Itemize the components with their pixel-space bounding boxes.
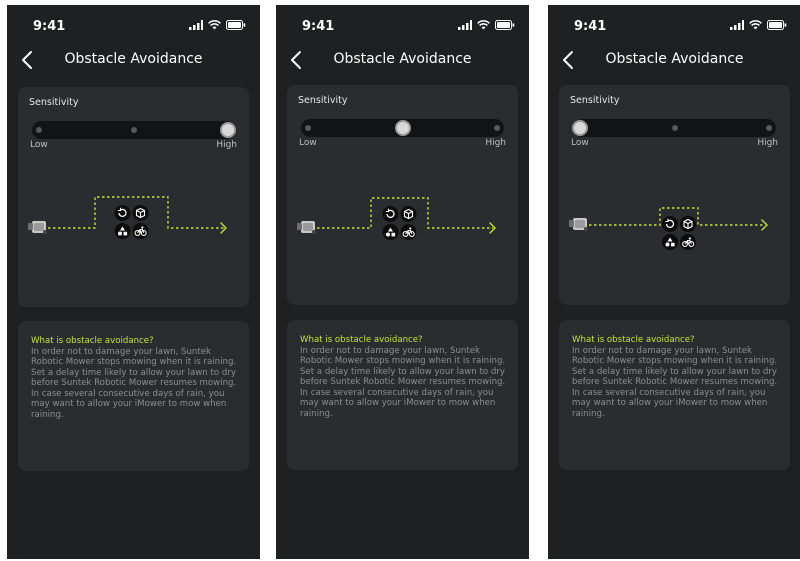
avoidance-diagram: [569, 207, 768, 250]
info-card: What is obstacle avoidance? In order not…: [559, 320, 790, 470]
wifi-icon: [208, 20, 221, 30]
signal-icon: [189, 20, 203, 30]
signal-icon: [730, 20, 744, 30]
bicycle-icon: [132, 223, 149, 239]
bicycle-icon: [680, 234, 696, 250]
obstacle-shapes-icon: [382, 224, 399, 240]
phone-screen-high: 9:41 Obstacle Avoidance Sensitivity Low …: [7, 5, 260, 559]
obstacle-icons: [382, 206, 417, 240]
mower-icon: [569, 218, 588, 231]
info-paragraph: In order not to damage your lawn, Suntek…: [300, 345, 506, 367]
info-card: What is obstacle avoidance? In order not…: [287, 320, 518, 470]
page-title: Obstacle Avoidance: [333, 51, 472, 67]
obstacle-icons: [662, 216, 696, 250]
battery-icon: [767, 20, 787, 30]
obstacle-icons: [114, 205, 149, 239]
mower-icon: [297, 221, 316, 234]
rotate-icon: [382, 206, 399, 222]
info-paragraph: In order not to damage your lawn, Suntek…: [31, 346, 237, 368]
rotate-icon: [662, 216, 678, 232]
status-time: 9:41: [302, 19, 335, 34]
avoidance-path: [307, 197, 493, 229]
status-icons: [730, 20, 787, 30]
nav-bar: Obstacle Avoidance: [7, 43, 260, 79]
obstacle-shapes-icon: [662, 234, 678, 250]
obstacle-shapes-icon: [114, 223, 131, 239]
status-time: 9:41: [33, 19, 66, 34]
info-paragraph: In order not to damage your lawn, Suntek…: [572, 345, 778, 367]
wifi-icon: [477, 20, 490, 30]
info-paragraph: In case several consecutive days of rain…: [572, 387, 768, 419]
status-time: 9:41: [574, 19, 607, 34]
info-question: What is obstacle avoidance?: [300, 335, 423, 345]
box-icon: [132, 205, 149, 221]
avoidance-diagram: [297, 197, 496, 240]
bicycle-icon: [400, 224, 417, 240]
battery-icon: [226, 20, 246, 30]
info-text: What is obstacle avoidance? In order not…: [572, 335, 780, 419]
sensitivity-card: Sensitivity Low High: [287, 85, 518, 305]
info-paragraph: In case several consecutive days of rain…: [31, 388, 227, 420]
phone-screen-low: 9:41 Obstacle Avoidance Sensitivity Low …: [548, 5, 800, 559]
info-text: What is obstacle avoidance? In order not…: [31, 336, 239, 420]
info-question: What is obstacle avoidance?: [572, 335, 695, 345]
nav-bar: Obstacle Avoidance: [276, 43, 529, 79]
mower-icon: [28, 221, 47, 234]
info-paragraph: Set a delay time likely to allow your la…: [572, 366, 778, 388]
sensitivity-card: Sensitivity Low High: [18, 87, 249, 307]
signal-icon: [458, 20, 472, 30]
avoidance-path: [38, 196, 224, 229]
info-paragraph: Set a delay time likely to allow your la…: [31, 367, 237, 389]
arrow-right-icon: [761, 219, 768, 231]
page-title: Obstacle Avoidance: [605, 51, 744, 67]
box-icon: [680, 216, 696, 232]
page-title: Obstacle Avoidance: [64, 51, 203, 67]
info-paragraph: In case several consecutive days of rain…: [300, 387, 496, 419]
info-question: What is obstacle avoidance?: [31, 336, 154, 346]
nav-bar: Obstacle Avoidance: [548, 43, 800, 79]
battery-icon: [495, 20, 515, 30]
info-text: What is obstacle avoidance? In order not…: [300, 335, 508, 419]
status-icons: [458, 20, 515, 30]
phone-screen-medium: 9:41 Obstacle Avoidance Sensitivity Low …: [276, 5, 529, 559]
sensitivity-card: Sensitivity Low High: [559, 85, 790, 305]
box-icon: [400, 206, 417, 222]
avoidance-diagram: [28, 196, 227, 239]
rotate-icon: [114, 205, 131, 221]
info-paragraph: Set a delay time likely to allow your la…: [300, 366, 506, 388]
info-card: What is obstacle avoidance? In order not…: [18, 321, 249, 471]
wifi-icon: [749, 20, 762, 30]
status-icons: [189, 20, 246, 30]
